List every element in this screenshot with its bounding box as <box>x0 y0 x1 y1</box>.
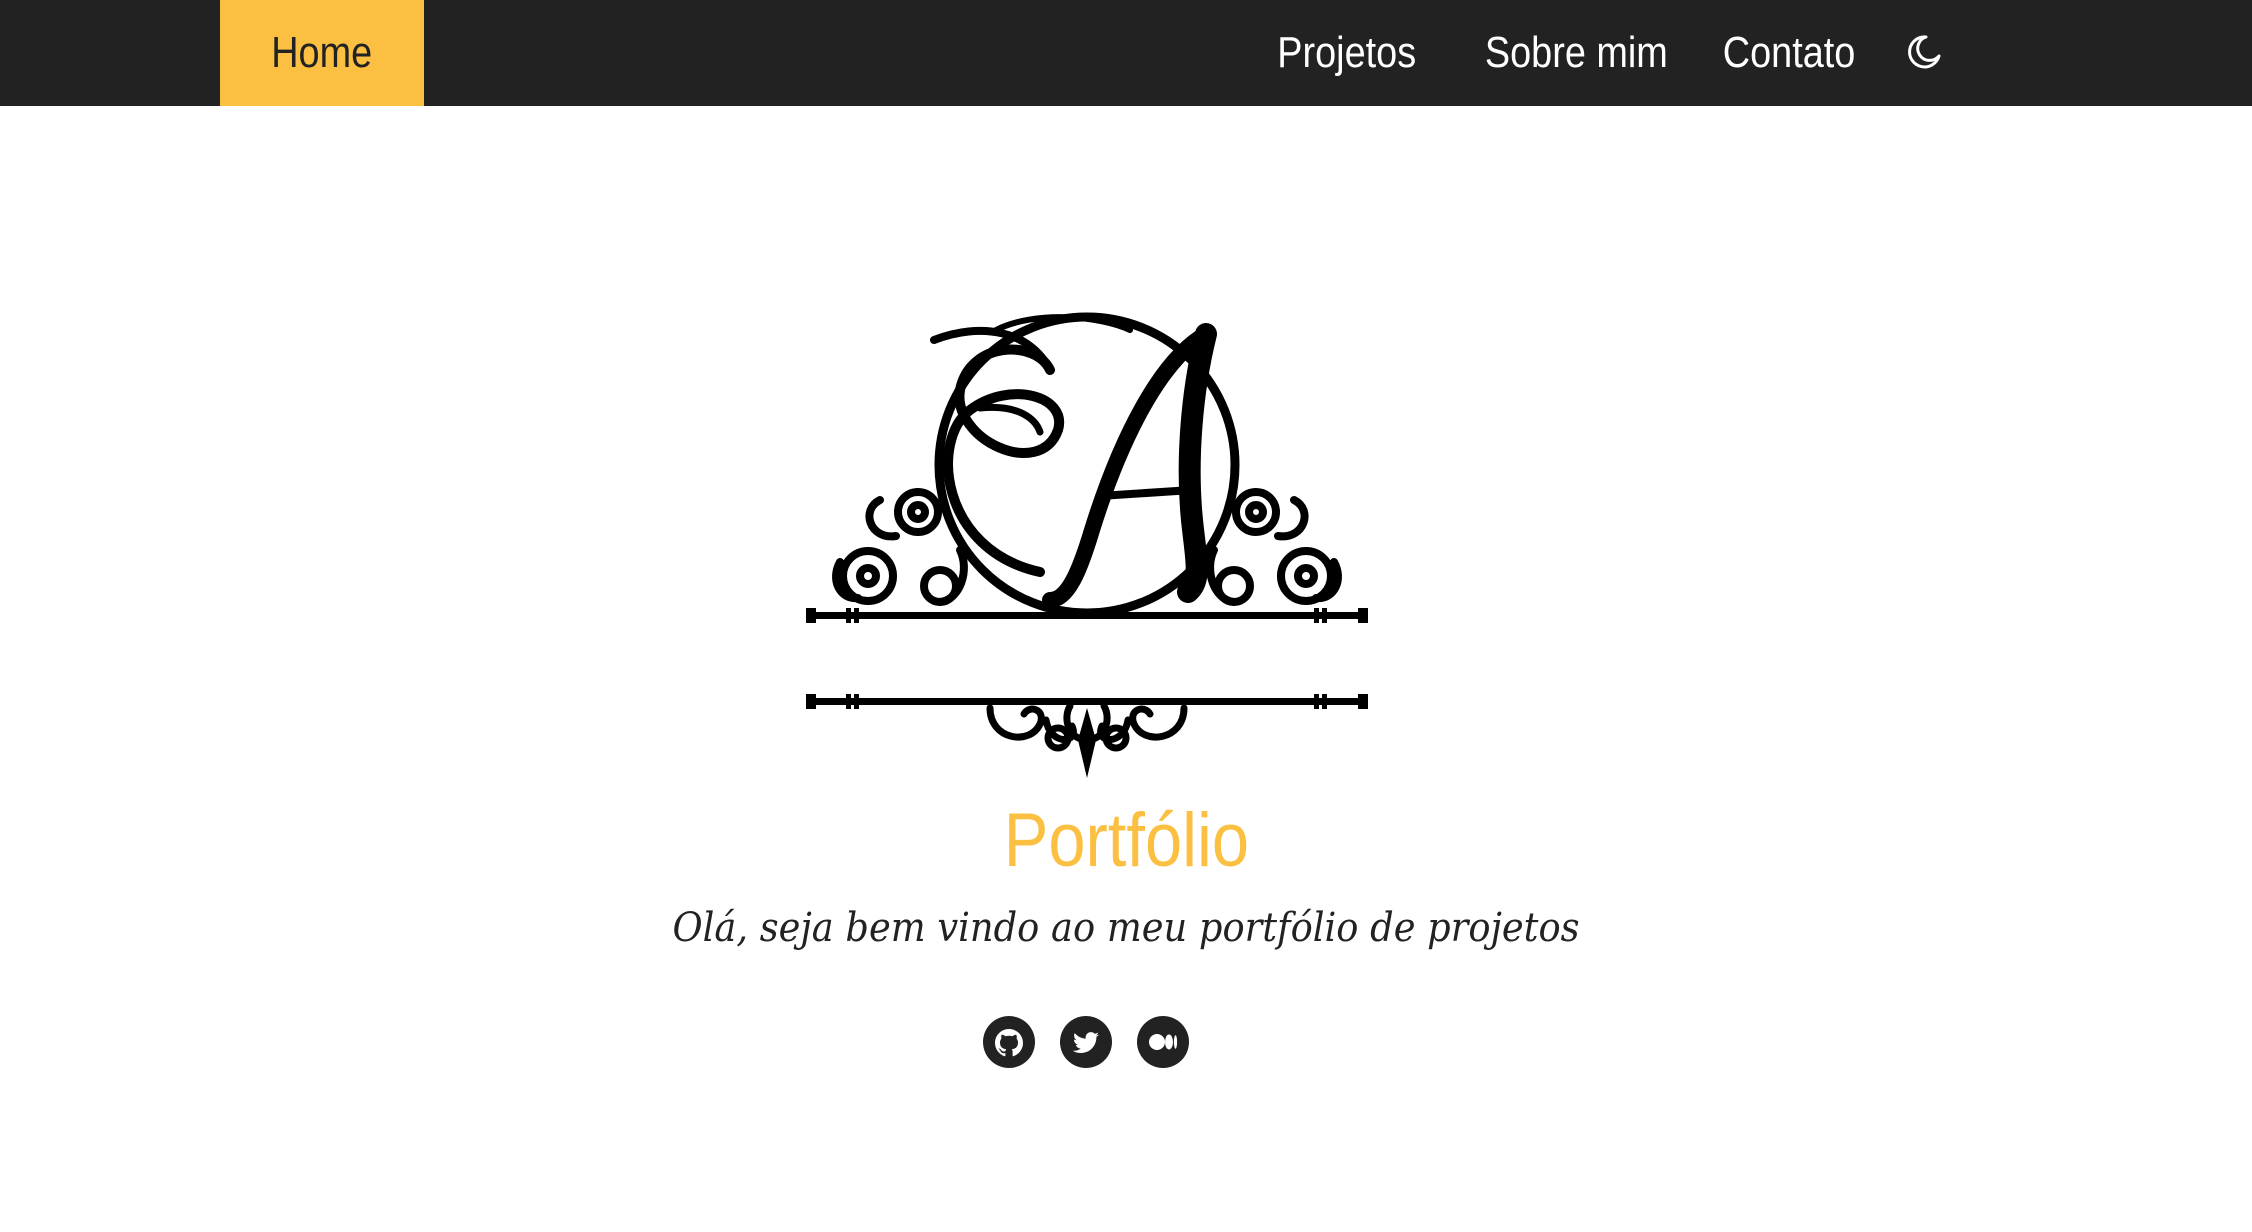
page-title-text: Portfólio <box>1003 798 1249 883</box>
nav-home-label: Home <box>271 28 373 77</box>
moon-icon <box>1908 35 1941 69</box>
twitter-link[interactable] <box>1060 1016 1112 1068</box>
nav-projetos-link[interactable]: Projetos <box>1266 0 1426 106</box>
nav-sobre-link[interactable]: Sobre mim <box>1470 0 1670 106</box>
nav-projetos-label: Projetos <box>1277 28 1417 77</box>
page-title: Portfólio <box>0 795 2252 887</box>
nav-contato-link[interactable]: Contato <box>1712 0 1862 106</box>
nav-sobre-label: Sobre mim <box>1484 28 1668 77</box>
theme-toggle-button[interactable] <box>1904 32 1944 72</box>
github-icon <box>995 1029 1023 1057</box>
nav-home-link[interactable]: Home <box>220 0 424 106</box>
page-subtitle-text: Olá, seja bem vindo ao meu portfólio de … <box>672 905 1580 951</box>
twitter-icon <box>1072 1032 1099 1053</box>
medium-icon <box>1149 1034 1178 1050</box>
navbar: Home Projetos Sobre mim Contato <box>0 0 2252 106</box>
monogram-logo <box>800 300 1374 788</box>
medium-link[interactable] <box>1137 1016 1189 1068</box>
nav-contato-label: Contato <box>1722 28 1856 77</box>
page-subtitle: Olá, seja bem vindo ao meu portfólio de … <box>0 898 2252 958</box>
github-link[interactable] <box>983 1016 1035 1068</box>
